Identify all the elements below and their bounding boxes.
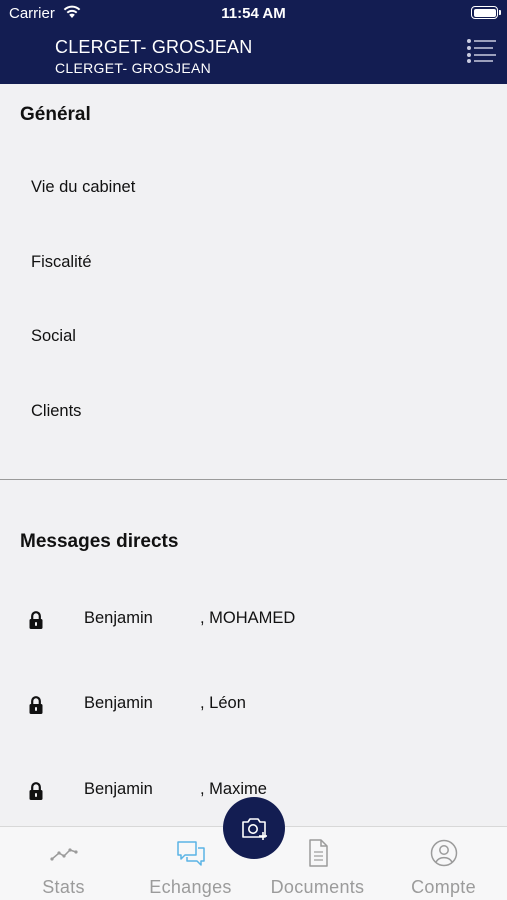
chat-bubbles-icon	[176, 841, 205, 866]
section-divider	[0, 479, 507, 480]
dm-last-name: , MOHAMED	[200, 609, 296, 627]
tab-label-compte: Compte	[411, 877, 476, 897]
header-subtitle: CLERGET- GROSJEAN	[55, 60, 212, 76]
lock-icon	[29, 782, 43, 800]
tab-label-documents: Documents	[270, 877, 365, 897]
battery-icon	[471, 6, 501, 19]
channel-clients[interactable]: Clients	[31, 402, 81, 421]
clock: 11:54 AM	[221, 5, 286, 22]
user-circle-icon	[430, 839, 457, 867]
channel-social[interactable]: Social	[31, 327, 76, 346]
tab-label-stats: Stats	[42, 877, 85, 897]
lock-icon	[29, 611, 43, 629]
channel-vie-du-cabinet[interactable]: Vie du cabinet	[31, 178, 135, 197]
camera-add-button[interactable]	[223, 797, 285, 859]
app-header: Carrier 11:54 AM CLERGET- GROSJEAN CLERG…	[0, 0, 507, 84]
dm-row[interactable]: Benjamin , MOHAMED	[0, 605, 507, 635]
status-bar: Carrier 11:54 AM	[0, 0, 507, 28]
dm-row[interactable]: Benjamin , Léon	[0, 690, 507, 720]
channel-fiscalite[interactable]: Fiscalité	[31, 253, 92, 272]
general-section-title: Général	[20, 104, 91, 125]
dm-first-name: Benjamin	[84, 694, 153, 712]
direct-messages-title: Messages directs	[20, 531, 179, 552]
camera-add-icon	[242, 818, 267, 840]
tab-compte[interactable]: Compte	[380, 827, 507, 900]
chart-line-icon	[49, 848, 78, 861]
tab-label-echanges: Echanges	[149, 877, 232, 897]
tab-stats[interactable]: Stats	[0, 827, 127, 900]
header-title: CLERGET- GROSJEAN	[55, 37, 253, 57]
document-icon	[308, 839, 328, 867]
dm-first-name: Benjamin	[84, 780, 153, 798]
dm-last-name: , Léon	[200, 694, 246, 712]
list-menu-icon[interactable]	[466, 38, 498, 64]
lock-icon	[29, 696, 43, 714]
dm-first-name: Benjamin	[84, 609, 153, 627]
